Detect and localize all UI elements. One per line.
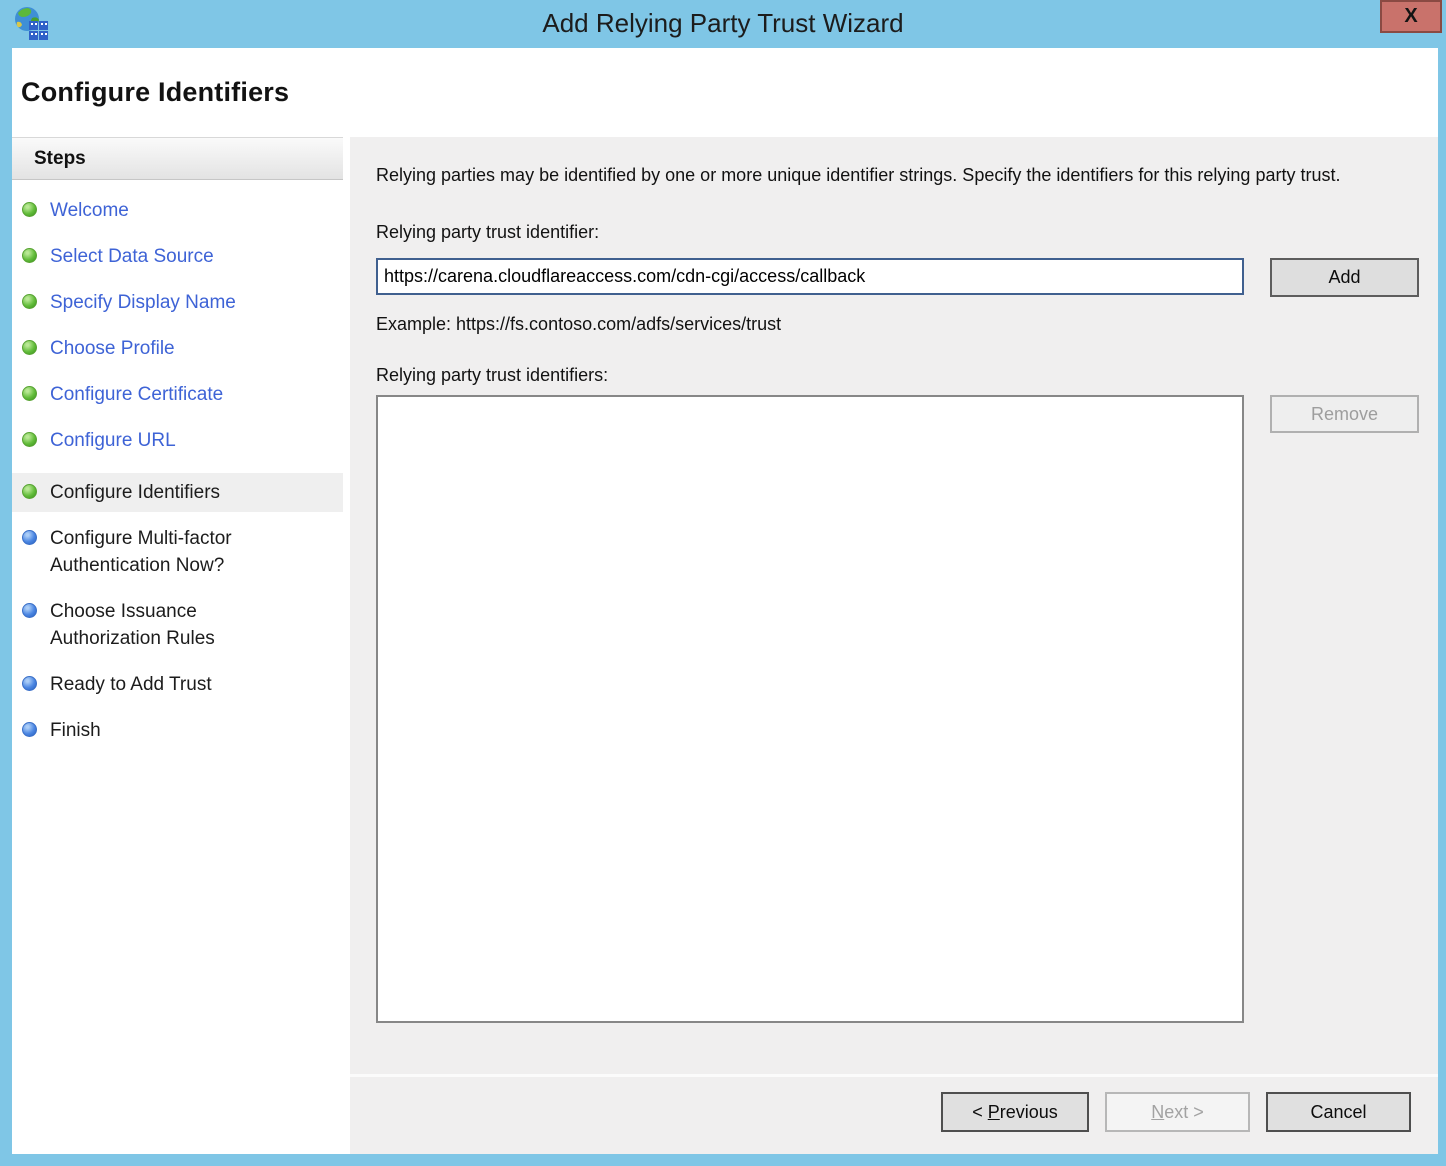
step-label: Configure Identifiers bbox=[50, 479, 220, 506]
step-configure-url[interactable]: Configure URL bbox=[12, 427, 343, 454]
step-pending-dot-icon bbox=[22, 530, 37, 545]
step-label: Configure Certificate bbox=[50, 381, 223, 408]
step-done-dot-icon bbox=[22, 432, 37, 447]
step-welcome[interactable]: Welcome bbox=[12, 197, 343, 224]
wizard-body: Steps Welcome Select Data Source Specify… bbox=[12, 137, 1438, 1154]
step-choose-issuance-rules: Choose Issuance Authorization Rules bbox=[12, 598, 343, 652]
cancel-button[interactable]: Cancel bbox=[1266, 1092, 1411, 1132]
main-panel: Relying parties may be identified by one… bbox=[350, 137, 1438, 1154]
step-configure-certificate[interactable]: Configure Certificate bbox=[12, 381, 343, 408]
steps-sidebar: Steps Welcome Select Data Source Specify… bbox=[12, 137, 343, 1154]
example-text: Example: https://fs.contoso.com/adfs/ser… bbox=[376, 314, 1438, 335]
step-label: Choose Profile bbox=[50, 335, 175, 362]
previous-button[interactable]: < Previous bbox=[941, 1092, 1089, 1132]
step-ready-to-add-trust: Ready to Add Trust bbox=[12, 671, 343, 698]
remove-button[interactable]: Remove bbox=[1270, 395, 1419, 433]
step-pending-dot-icon bbox=[22, 676, 37, 691]
step-select-data-source[interactable]: Select Data Source bbox=[12, 243, 343, 270]
step-choose-profile[interactable]: Choose Profile bbox=[12, 335, 343, 362]
step-done-dot-icon bbox=[22, 202, 37, 217]
identifiers-list-row: Remove bbox=[376, 395, 1438, 1023]
step-label: Specify Display Name bbox=[50, 289, 236, 316]
identifier-label: Relying party trust identifier: bbox=[376, 222, 1438, 243]
identifier-input-row: Add bbox=[376, 258, 1438, 297]
step-done-dot-icon bbox=[22, 484, 37, 499]
step-done-dot-icon bbox=[22, 294, 37, 309]
main-content: Relying parties may be identified by one… bbox=[350, 137, 1438, 1074]
step-pending-dot-icon bbox=[22, 603, 37, 618]
window-title: Add Relying Party Trust Wizard bbox=[0, 0, 1446, 46]
identifiers-listbox[interactable] bbox=[376, 395, 1244, 1023]
step-pending-dot-icon bbox=[22, 722, 37, 737]
steps-list: Welcome Select Data Source Specify Displ… bbox=[12, 180, 343, 744]
step-label: Configure URL bbox=[50, 427, 176, 454]
step-done-dot-icon bbox=[22, 248, 37, 263]
step-label: Choose Issuance Authorization Rules bbox=[50, 598, 295, 652]
step-label: Finish bbox=[50, 717, 101, 744]
step-finish: Finish bbox=[12, 717, 343, 744]
footer-bar: < Previous Next > Cancel bbox=[350, 1074, 1438, 1154]
steps-heading: Steps bbox=[12, 137, 343, 180]
wizard-header: Configure Identifiers bbox=[12, 48, 1438, 137]
identifiers-list-label: Relying party trust identifiers: bbox=[376, 365, 1438, 386]
close-button[interactable]: X bbox=[1380, 0, 1442, 33]
page-title: Configure Identifiers bbox=[21, 77, 289, 108]
relying-party-identifier-input[interactable] bbox=[376, 258, 1244, 295]
step-label: Configure Multi-factor Authentication No… bbox=[50, 525, 295, 579]
step-done-dot-icon bbox=[22, 386, 37, 401]
add-button[interactable]: Add bbox=[1270, 258, 1419, 297]
add-relying-party-trust-wizard-dialog: Add Relying Party Trust Wizard X Configu… bbox=[0, 0, 1446, 1166]
step-specify-display-name[interactable]: Specify Display Name bbox=[12, 289, 343, 316]
titlebar[interactable]: Add Relying Party Trust Wizard X bbox=[0, 0, 1446, 48]
next-button[interactable]: Next > bbox=[1105, 1092, 1250, 1132]
step-label: Welcome bbox=[50, 197, 129, 224]
step-done-dot-icon bbox=[22, 340, 37, 355]
step-configure-multifactor: Configure Multi-factor Authentication No… bbox=[12, 525, 343, 579]
step-label: Select Data Source bbox=[50, 243, 214, 270]
step-label: Ready to Add Trust bbox=[50, 671, 212, 698]
description-text: Relying parties may be identified by one… bbox=[376, 162, 1426, 189]
wizard-frame: Configure Identifiers Steps Welcome Sele… bbox=[12, 48, 1438, 1154]
step-configure-identifiers-current: Configure Identifiers bbox=[12, 473, 343, 512]
